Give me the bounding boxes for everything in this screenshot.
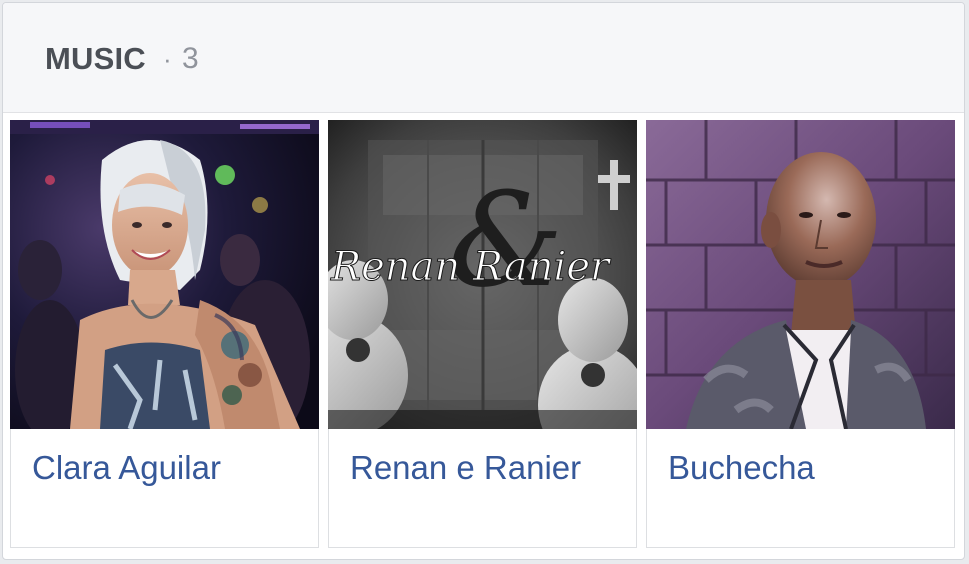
artist-tile-buchecha[interactable]: Buchecha — [646, 120, 955, 548]
artist-tile-clara-aguilar[interactable]: Clara Aguilar — [10, 120, 319, 548]
artist-name-link[interactable]: Clara Aguilar — [32, 448, 221, 488]
title-separator: · — [163, 44, 172, 74]
logo-text: Renan Ranier — [330, 244, 612, 290]
artist-photo-buchecha[interactable] — [646, 120, 955, 429]
artist-tile-renan-e-ranier[interactable]: & Renan Ranier Renan e Ranier — [328, 120, 637, 548]
section-title[interactable]: MUSIC — [45, 39, 146, 79]
logo-ampersand: & — [448, 164, 564, 316]
card-header: MUSIC · 3 — [3, 3, 964, 113]
artist-name-link[interactable]: Buchecha — [668, 448, 815, 488]
artist-name-link[interactable]: Renan e Ranier — [350, 448, 581, 488]
artist-photo-renan-e-ranier[interactable]: & Renan Ranier — [328, 120, 637, 429]
section-count: 3 — [182, 42, 199, 75]
artist-photo-clara-aguilar[interactable] — [10, 120, 319, 429]
